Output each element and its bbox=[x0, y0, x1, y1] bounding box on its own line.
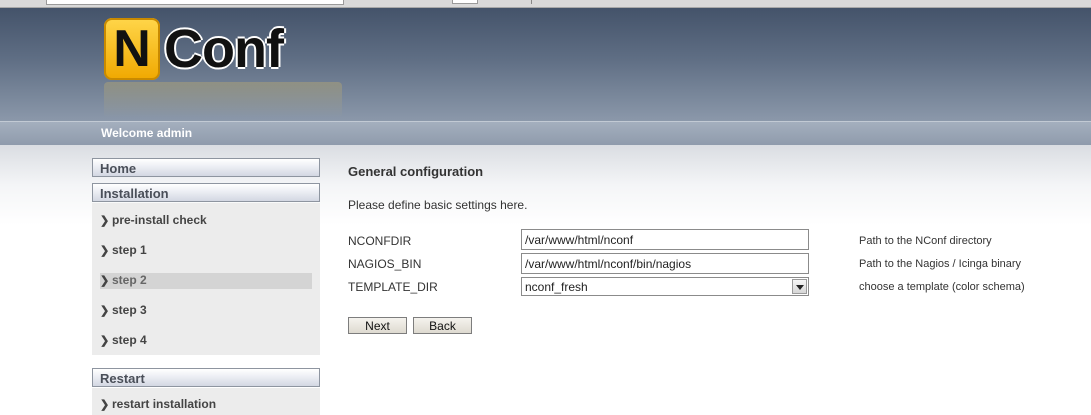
nav-installation-header: Installation bbox=[92, 183, 320, 202]
nconfdir-input[interactable] bbox=[521, 229, 809, 250]
nconf-logo: N Conf bbox=[104, 18, 342, 118]
template-dir-select[interactable]: nconf_fresh bbox=[521, 277, 809, 296]
nav-item-step-1[interactable]: ❯ step 1 bbox=[100, 243, 312, 259]
address-bar[interactable] bbox=[46, 0, 344, 5]
nav-item-restart-installation[interactable]: ❯ restart installation bbox=[100, 397, 312, 413]
nav-item-step-2[interactable]: ❯ step 2 bbox=[100, 273, 312, 289]
nav-item-pre-install-check[interactable]: ❯ pre-install check bbox=[100, 213, 312, 229]
toolbar-field[interactable] bbox=[452, 0, 478, 4]
nagios-bin-help: Path to the Nagios / Icinga binary bbox=[859, 258, 1022, 270]
template-dir-help: choose a template (color schema) bbox=[859, 281, 1025, 293]
chevron-right-icon: ❯ bbox=[100, 335, 110, 347]
welcome-text: Welcome admin bbox=[101, 126, 193, 140]
nav-restart-header: Restart bbox=[92, 368, 320, 387]
installation-menu: ❯ pre-install check ❯ step 1 ❯ step 2 ❯ step… bbox=[92, 203, 320, 355]
nconfdir-help: Path to the NConf directory bbox=[859, 235, 992, 247]
chevron-right-icon: ❯ bbox=[100, 275, 110, 287]
logo-reflection bbox=[104, 82, 342, 118]
chevron-right-icon: ❯ bbox=[100, 215, 110, 227]
chevron-right-icon: ❯ bbox=[100, 305, 110, 317]
logo-wordmark: Conf bbox=[164, 19, 284, 79]
next-button[interactable]: Next bbox=[348, 317, 407, 334]
intro-text: Please define basic settings here. bbox=[348, 198, 528, 212]
toolbar-divider bbox=[531, 0, 532, 4]
chevron-right-icon: ❯ bbox=[100, 399, 110, 411]
logo-badge: N bbox=[104, 18, 160, 80]
nagios-bin-label: NAGIOS_BIN bbox=[348, 257, 422, 271]
template-dir-value: nconf_fresh bbox=[525, 280, 588, 294]
nconfdir-label: NCONFDIR bbox=[348, 234, 412, 248]
nav-item-step-3[interactable]: ❯ step 3 bbox=[100, 303, 312, 319]
site-header: N Conf bbox=[0, 8, 1091, 121]
nav-item-step-4[interactable]: ❯ step 4 bbox=[100, 333, 312, 349]
chevron-right-icon: ❯ bbox=[100, 245, 110, 257]
nagios-bin-input[interactable] bbox=[521, 253, 809, 274]
nav-home[interactable]: Home bbox=[92, 158, 320, 177]
page-title: General configuration bbox=[348, 164, 484, 179]
restart-menu: ❯ restart installation bbox=[92, 388, 320, 415]
chevron-down-icon[interactable] bbox=[792, 279, 807, 294]
welcome-bar: Welcome admin bbox=[0, 121, 1091, 145]
template-dir-label: TEMPLATE_DIR bbox=[348, 280, 438, 294]
browser-chrome bbox=[0, 0, 1091, 8]
back-button[interactable]: Back bbox=[413, 317, 472, 334]
